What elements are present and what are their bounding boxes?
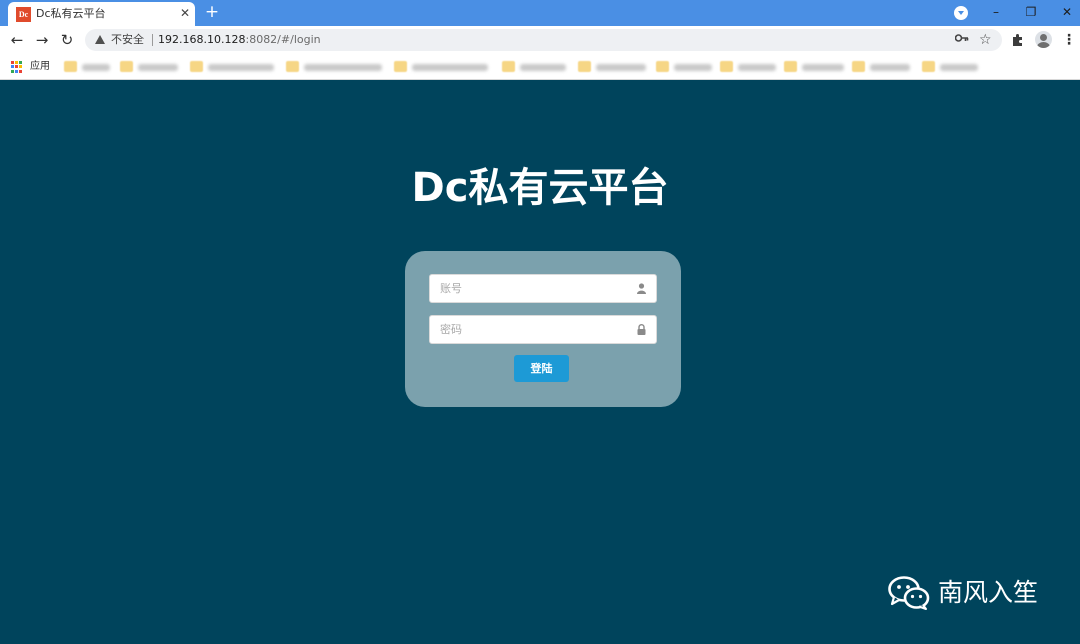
- url-path: :8082/#/login: [245, 33, 321, 46]
- not-secure-warning-icon[interactable]: [95, 35, 105, 44]
- bookmark-label-blurred: [304, 64, 382, 71]
- folder-icon: [190, 61, 203, 72]
- bookmark-folder[interactable]: [394, 60, 494, 74]
- folder-icon: [784, 61, 797, 72]
- bookmark-label-blurred: [738, 64, 776, 71]
- key-icon[interactable]: [954, 33, 969, 47]
- restore-button[interactable]: ❐: [1021, 3, 1041, 21]
- folder-icon: [720, 61, 733, 72]
- bookmark-label-blurred: [138, 64, 178, 71]
- bookmark-folder[interactable]: [190, 60, 280, 74]
- address-bar[interactable]: 不安全 192.168.10.128:8082/#/login ☆: [85, 29, 1002, 51]
- apps-shortcut[interactable]: 应用: [30, 60, 50, 74]
- bookmark-folder[interactable]: [286, 60, 386, 74]
- login-page: Dc私有云平台 登陆 南风入笙: [0, 81, 1080, 644]
- page-title: Dc私有云平台: [411, 165, 669, 211]
- wechat-icon: [888, 576, 930, 610]
- folder-icon: [286, 61, 299, 72]
- bookmark-star-icon[interactable]: ☆: [979, 31, 992, 49]
- folder-icon: [502, 61, 515, 72]
- folder-icon: [64, 61, 77, 72]
- lock-icon: [637, 324, 646, 335]
- tab-title: Dc私有云平台: [36, 7, 106, 20]
- bookmark-label-blurred: [870, 64, 910, 71]
- minimize-button[interactable]: –: [986, 3, 1006, 21]
- bookmark-folder[interactable]: [784, 60, 846, 74]
- bookmark-folder[interactable]: [578, 60, 650, 74]
- back-button[interactable]: ←: [8, 31, 26, 49]
- apps-grid-icon[interactable]: [11, 61, 23, 73]
- site-favicon-icon: Dc: [16, 7, 31, 22]
- profile-avatar[interactable]: [1035, 31, 1052, 48]
- tab-close-icon[interactable]: ✕: [178, 6, 192, 20]
- url-text[interactable]: 192.168.10.128:8082/#/login: [158, 33, 321, 47]
- bookmark-folder[interactable]: [120, 60, 185, 74]
- browser-toolbar: ← → ↻ 不安全 192.168.10.128:8082/#/login ☆ …: [0, 26, 1080, 55]
- reload-button[interactable]: ↻: [58, 31, 76, 49]
- browser-titlebar: Dc Dc私有云平台 ✕ + – ❐ ✕: [0, 0, 1080, 26]
- bookmark-label-blurred: [802, 64, 844, 71]
- security-label[interactable]: 不安全: [111, 33, 144, 47]
- extensions-puzzle-icon[interactable]: [1011, 32, 1025, 46]
- folder-icon: [120, 61, 133, 72]
- username-input[interactable]: [430, 275, 630, 302]
- bookmark-label-blurred: [82, 64, 110, 71]
- bookmark-folder[interactable]: [720, 60, 778, 74]
- bookmark-label-blurred: [208, 64, 274, 71]
- bookmarks-bar: 应用: [0, 55, 1080, 80]
- user-icon: [637, 283, 646, 294]
- bookmark-label-blurred: [596, 64, 646, 71]
- bookmark-label-blurred: [674, 64, 712, 71]
- bookmark-folder[interactable]: [922, 60, 984, 74]
- username-field[interactable]: [429, 274, 657, 303]
- folder-icon: [852, 61, 865, 72]
- password-field[interactable]: [429, 315, 657, 344]
- url-host: 192.168.10.128: [158, 33, 246, 46]
- folder-icon: [578, 61, 591, 72]
- login-form: 登陆: [405, 251, 681, 407]
- bookmark-folder[interactable]: [502, 60, 570, 74]
- folder-icon: [394, 61, 407, 72]
- address-separator: [152, 34, 153, 46]
- bookmark-label-blurred: [412, 64, 488, 71]
- password-input[interactable]: [430, 316, 630, 343]
- forward-button[interactable]: →: [33, 31, 51, 49]
- browser-tab[interactable]: Dc Dc私有云平台 ✕: [8, 2, 195, 26]
- bookmark-folder[interactable]: [852, 60, 914, 74]
- bookmark-folder[interactable]: [656, 60, 714, 74]
- login-button[interactable]: 登陆: [514, 355, 569, 382]
- folder-icon: [656, 61, 669, 72]
- watermark-text: 南风入笙: [938, 578, 1039, 607]
- bookmark-label-blurred: [940, 64, 978, 71]
- tab-search-icon[interactable]: [954, 6, 968, 20]
- folder-icon: [922, 61, 935, 72]
- new-tab-button[interactable]: +: [203, 3, 221, 21]
- bookmark-label-blurred: [520, 64, 566, 71]
- window-close-button[interactable]: ✕: [1057, 3, 1077, 21]
- bookmark-folder[interactable]: [64, 60, 114, 74]
- browser-menu-icon[interactable]: ⋮: [1062, 31, 1076, 49]
